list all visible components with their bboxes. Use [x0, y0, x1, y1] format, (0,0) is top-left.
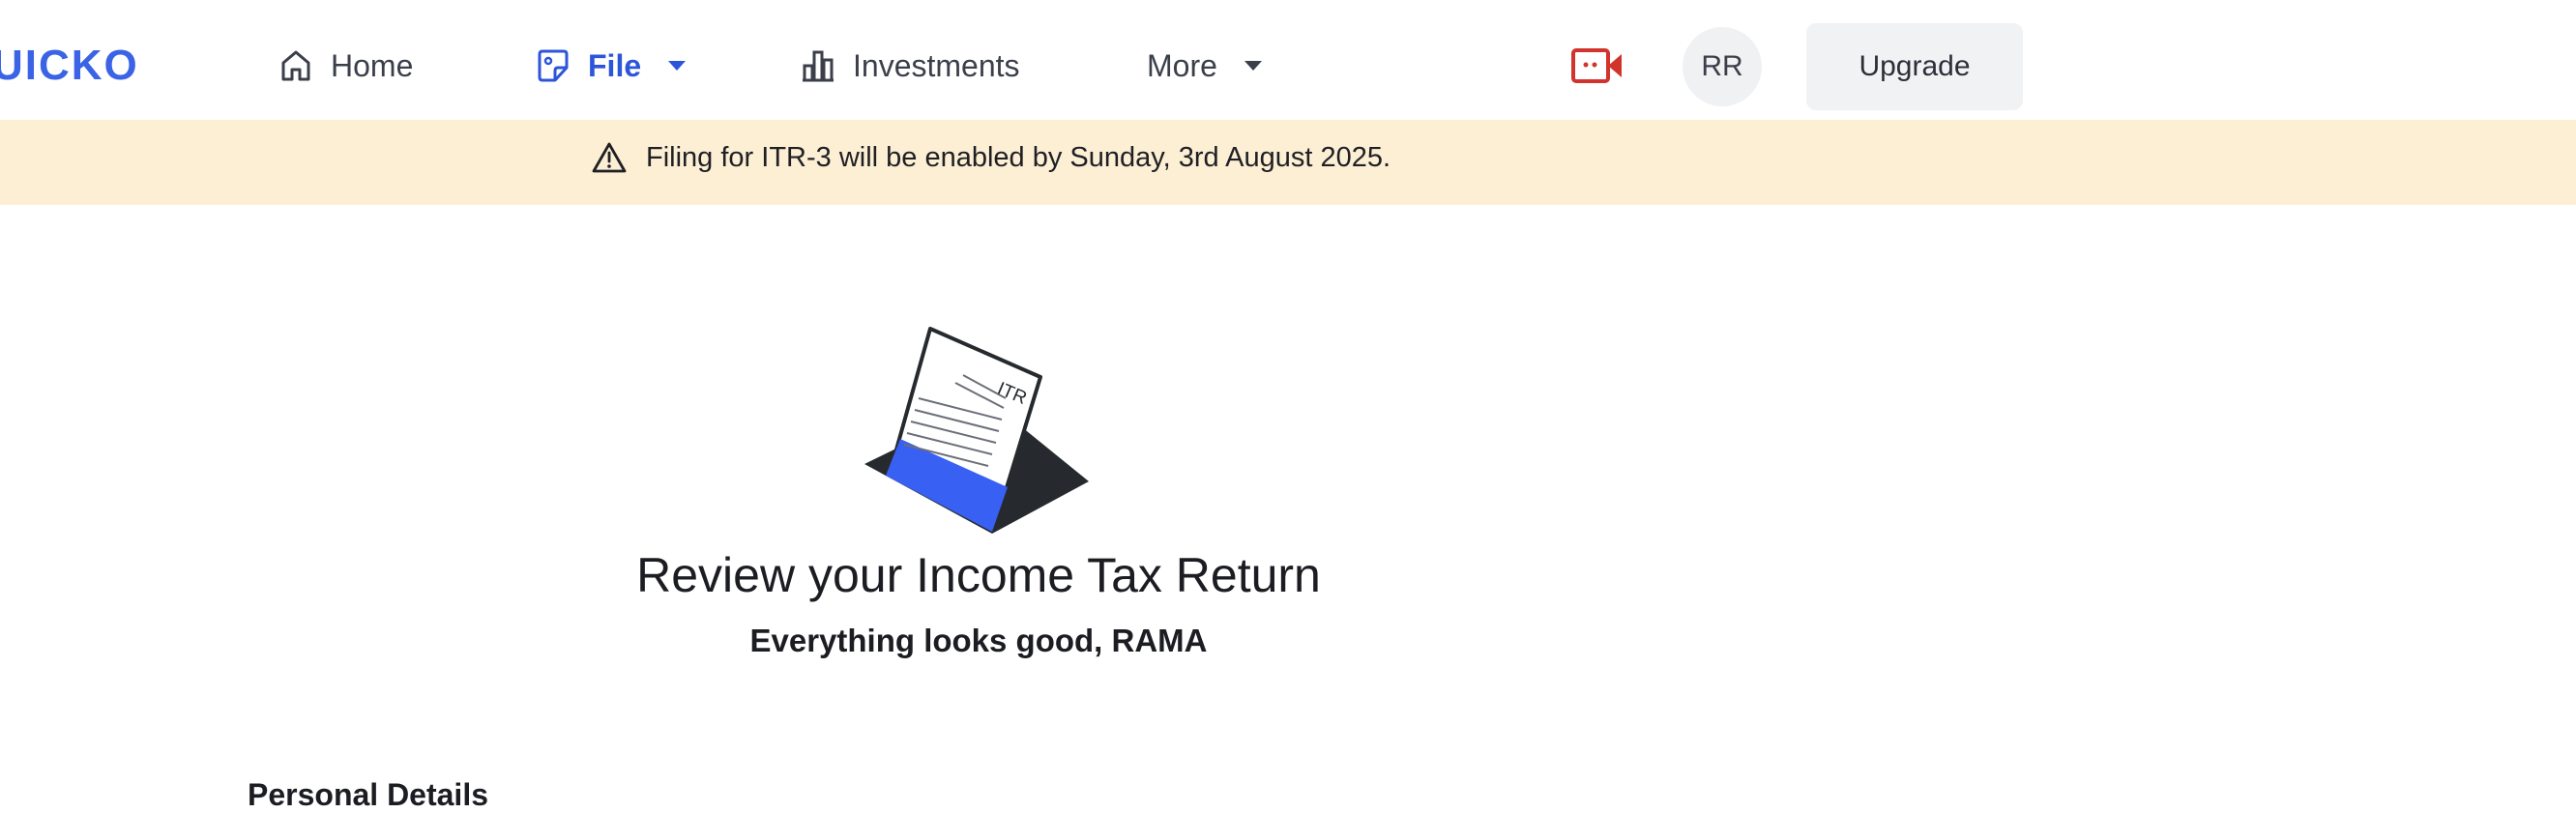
- home-icon: [281, 50, 310, 81]
- personal-details-heading: Personal Details: [248, 777, 488, 812]
- nav-investments[interactable]: Investments: [799, 39, 1020, 93]
- page-subtitle: Everything looks good, RAMA: [749, 623, 1208, 658]
- page-title: Review your Income Tax Return: [636, 548, 1321, 602]
- banner-text: Filing for ITR-3 will be enabled by Sund…: [646, 141, 1391, 173]
- top-navigation: UICKO Home File Investments More RR Upgr…: [0, 0, 2576, 120]
- nav-investments-label: Investments: [853, 47, 1020, 83]
- nav-file-label: File: [588, 47, 642, 83]
- bar-chart-icon: [803, 50, 834, 82]
- brand-logo[interactable]: UICKO: [0, 37, 139, 95]
- chevron-down-icon: [1244, 61, 1262, 71]
- notice-banner: Filing for ITR-3 will be enabled by Sund…: [0, 120, 2576, 205]
- banner-content: Filing for ITR-3 will be enabled by Sund…: [592, 141, 1390, 174]
- upgrade-button[interactable]: Upgrade: [1806, 23, 2023, 110]
- nav-home-label: Home: [331, 47, 414, 83]
- warning-icon: [592, 142, 627, 173]
- nav-file[interactable]: File: [534, 39, 688, 93]
- nav-more-label: More: [1147, 47, 1217, 83]
- video-call-icon[interactable]: [1570, 44, 1625, 87]
- nav-home[interactable]: Home: [277, 39, 413, 93]
- itr-document-illustration: ITR: [864, 327, 1089, 534]
- chevron-down-icon: [668, 61, 687, 71]
- user-avatar[interactable]: RR: [1683, 27, 1762, 106]
- nav-more[interactable]: More: [1147, 39, 1264, 93]
- file-sticker-icon: [538, 49, 569, 82]
